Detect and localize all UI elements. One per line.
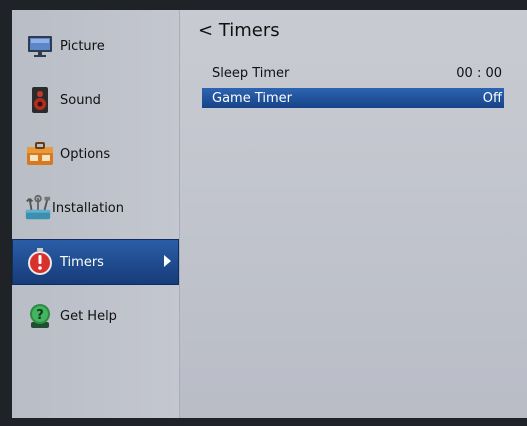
bezel-bottom bbox=[0, 418, 527, 426]
sidebar-item-get-help[interactable]: ? Get Help bbox=[12, 294, 179, 338]
back-chevron-icon[interactable]: < bbox=[198, 20, 213, 41]
main-panel: < Timers Sleep Timer 00 : 00 Game Timer … bbox=[180, 10, 527, 418]
stopwatch-icon bbox=[26, 248, 54, 276]
bezel-top bbox=[0, 0, 527, 10]
toolbox-icon bbox=[26, 140, 54, 168]
tools-icon bbox=[24, 194, 52, 222]
chevron-right-icon bbox=[164, 255, 171, 267]
sidebar-item-sound[interactable]: Sound bbox=[12, 78, 179, 122]
setting-label: Sleep Timer bbox=[212, 65, 290, 81]
bezel-left bbox=[0, 0, 12, 426]
page-title: < Timers bbox=[198, 20, 280, 41]
monitor-icon bbox=[26, 32, 54, 60]
sidebar-item-installation[interactable]: Installation bbox=[12, 186, 179, 230]
speaker-icon bbox=[26, 86, 54, 114]
sidebar-item-label: Picture bbox=[60, 38, 105, 54]
setting-row-game-timer[interactable]: Game Timer Off bbox=[202, 88, 504, 108]
tv-menu-screen: Picture Sound Options Installation Timer… bbox=[0, 0, 527, 426]
sidebar-item-label: Options bbox=[60, 146, 111, 162]
setting-label: Game Timer bbox=[212, 90, 292, 106]
sidebar-item-label: Installation bbox=[52, 200, 125, 216]
sidebar: Picture Sound Options Installation Timer… bbox=[12, 10, 180, 418]
setting-row-sleep-timer[interactable]: Sleep Timer 00 : 00 bbox=[202, 63, 504, 83]
svg-text:?: ? bbox=[36, 308, 44, 323]
setting-value: 00 : 00 bbox=[456, 65, 502, 81]
sidebar-item-timers[interactable]: Timers bbox=[12, 239, 179, 285]
sidebar-item-options[interactable]: Options bbox=[12, 132, 179, 176]
page-title-text: Timers bbox=[218, 20, 280, 41]
sidebar-item-label: Get Help bbox=[60, 308, 117, 324]
sidebar-item-label: Timers bbox=[60, 254, 104, 270]
setting-value: Off bbox=[482, 90, 502, 106]
sidebar-item-picture[interactable]: Picture bbox=[12, 24, 179, 68]
sidebar-item-label: Sound bbox=[60, 92, 101, 108]
help-icon: ? bbox=[26, 302, 54, 330]
